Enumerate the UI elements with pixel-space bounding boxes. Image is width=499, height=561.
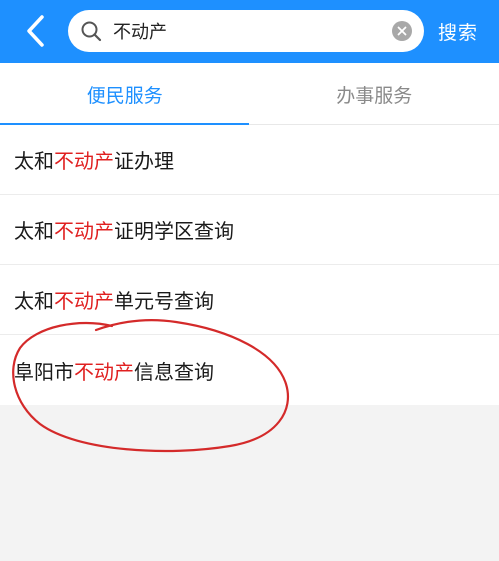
item-suffix: 信息查询 bbox=[134, 359, 214, 384]
item-prefix: 太和 bbox=[14, 219, 54, 243]
search-button[interactable]: 搜索 bbox=[438, 18, 478, 45]
item-suffix: 证办理 bbox=[114, 149, 174, 173]
item-keyword: 不动产 bbox=[54, 149, 114, 173]
tab-affairs-services[interactable]: 办事服务 bbox=[250, 63, 499, 125]
tab-bar: 便民服务 办事服务 bbox=[0, 63, 499, 126]
item-prefix: 太和 bbox=[14, 149, 54, 173]
item-prefix: 阜阳市 bbox=[14, 359, 74, 384]
item-suffix: 单元号查询 bbox=[114, 289, 214, 313]
tab-convenience-services[interactable]: 便民服务 bbox=[0, 63, 250, 126]
list-item[interactable]: 太和 不动产 证办理 bbox=[0, 125, 499, 195]
search-box[interactable] bbox=[68, 10, 424, 52]
item-keyword: 不动产 bbox=[74, 359, 134, 384]
list-item[interactable]: 太和 不动产 单元号查询 bbox=[0, 265, 499, 335]
item-prefix: 太和 bbox=[14, 289, 54, 313]
item-keyword: 不动产 bbox=[54, 219, 114, 243]
list-item[interactable]: 阜阳市 不动产 信息查询 bbox=[0, 335, 499, 405]
clear-search-button[interactable] bbox=[392, 21, 412, 41]
search-icon bbox=[81, 21, 102, 42]
top-bar: 搜索 bbox=[0, 0, 499, 63]
search-input[interactable] bbox=[113, 16, 383, 46]
back-button[interactable] bbox=[18, 14, 52, 48]
close-icon bbox=[397, 26, 407, 36]
item-suffix: 证明学区查询 bbox=[114, 219, 234, 243]
item-keyword: 不动产 bbox=[54, 289, 114, 313]
list-item[interactable]: 太和 不动产 证明学区查询 bbox=[0, 195, 499, 265]
result-list: 太和 不动产 证办理 太和 不动产 证明学区查询 太和 不动产 单元号查询 阜阳市 不动产 信息… bbox=[0, 125, 499, 405]
chevron-left-icon bbox=[27, 15, 44, 47]
